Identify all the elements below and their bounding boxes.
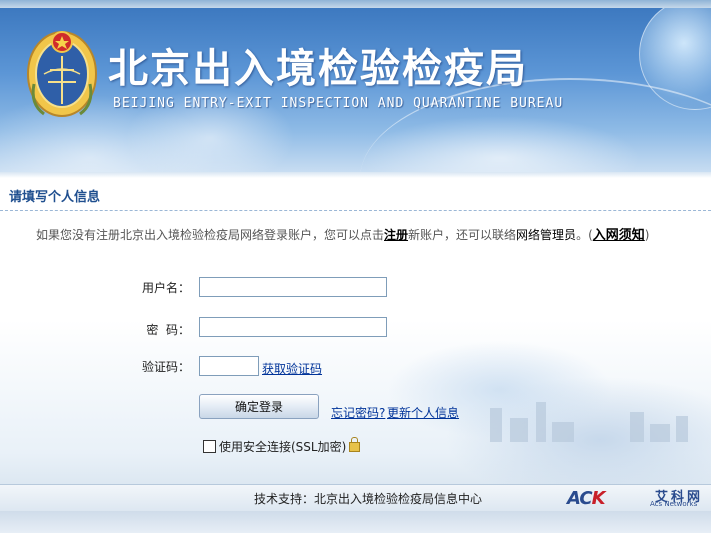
building-decoration xyxy=(676,416,688,442)
acs-logo-k: K xyxy=(591,488,606,509)
building-decoration xyxy=(630,412,644,442)
section-divider xyxy=(0,210,711,211)
forgot-password-link[interactable]: 忘记密码? xyxy=(331,404,385,421)
header-banner: 北京出入境检验检疫局 BEIJING ENTRY-EXIT INSPECTION… xyxy=(0,8,711,172)
acs-logo-letters: AC xyxy=(567,488,593,509)
username-input[interactable] xyxy=(199,277,387,297)
section-title: 请填写个人信息 xyxy=(9,190,101,205)
building-decoration xyxy=(490,408,502,442)
lock-icon xyxy=(349,437,361,452)
get-captcha-link[interactable]: 获取验证码 xyxy=(262,360,322,377)
bottom-bar xyxy=(0,511,711,533)
password-label: 密 码： xyxy=(146,323,190,337)
ssl-label: 使用安全连接(SSL加密) xyxy=(219,440,347,454)
national-emblem-icon xyxy=(27,31,97,117)
tech-support-text: 技术支持：北京出入境检验检疫局信息中心 xyxy=(254,492,483,506)
acs-logo-en: Acs Networks xyxy=(650,500,698,508)
building-decoration xyxy=(510,418,528,442)
footer: 技术支持：北京出入境检验检疫局信息中心 ACK 艾科网 Acs Networks xyxy=(0,484,711,512)
building-decoration xyxy=(552,422,574,442)
notice-middle: 新账户，还可以联络 xyxy=(408,228,517,242)
username-label: 用户名： xyxy=(141,281,190,295)
notice-suffix-after: ) xyxy=(644,228,650,242)
building-decoration xyxy=(536,402,546,442)
header-divider xyxy=(0,172,711,178)
update-info-link[interactable]: 更新个人信息 xyxy=(387,404,459,421)
notice-prefix: 如果您没有注册北京出入境检验检疫局网络登录账户，您可以点击 xyxy=(36,228,385,242)
password-input[interactable] xyxy=(199,317,387,337)
acs-logo-mark: ACK xyxy=(567,488,606,509)
ssl-checkbox[interactable] xyxy=(203,440,216,453)
admin-link: 网络管理员 xyxy=(516,228,577,242)
captcha-input[interactable] xyxy=(199,356,259,376)
login-button[interactable]: 确定登录 xyxy=(199,394,319,419)
notice-suffix-before: 。( xyxy=(576,228,593,242)
bureau-title-en: BEIJING ENTRY-EXIT INSPECTION AND QUARAN… xyxy=(113,96,564,111)
register-link[interactable]: 注册 xyxy=(384,228,408,242)
acs-networks-logo: ACK 艾科网 Acs Networks xyxy=(567,486,707,510)
captcha-label: 验证码： xyxy=(141,360,190,374)
bureau-title-cn: 北京出入境检验检疫局 xyxy=(108,46,528,92)
network-rules-link[interactable]: 入网须知 xyxy=(593,228,645,243)
register-notice: 如果您没有注册北京出入境检验检疫局网络登录账户，您可以点击注册新账户，还可以联络… xyxy=(36,224,649,243)
ssl-option: 使用安全连接(SSL加密) xyxy=(203,437,361,455)
building-decoration xyxy=(650,424,670,442)
